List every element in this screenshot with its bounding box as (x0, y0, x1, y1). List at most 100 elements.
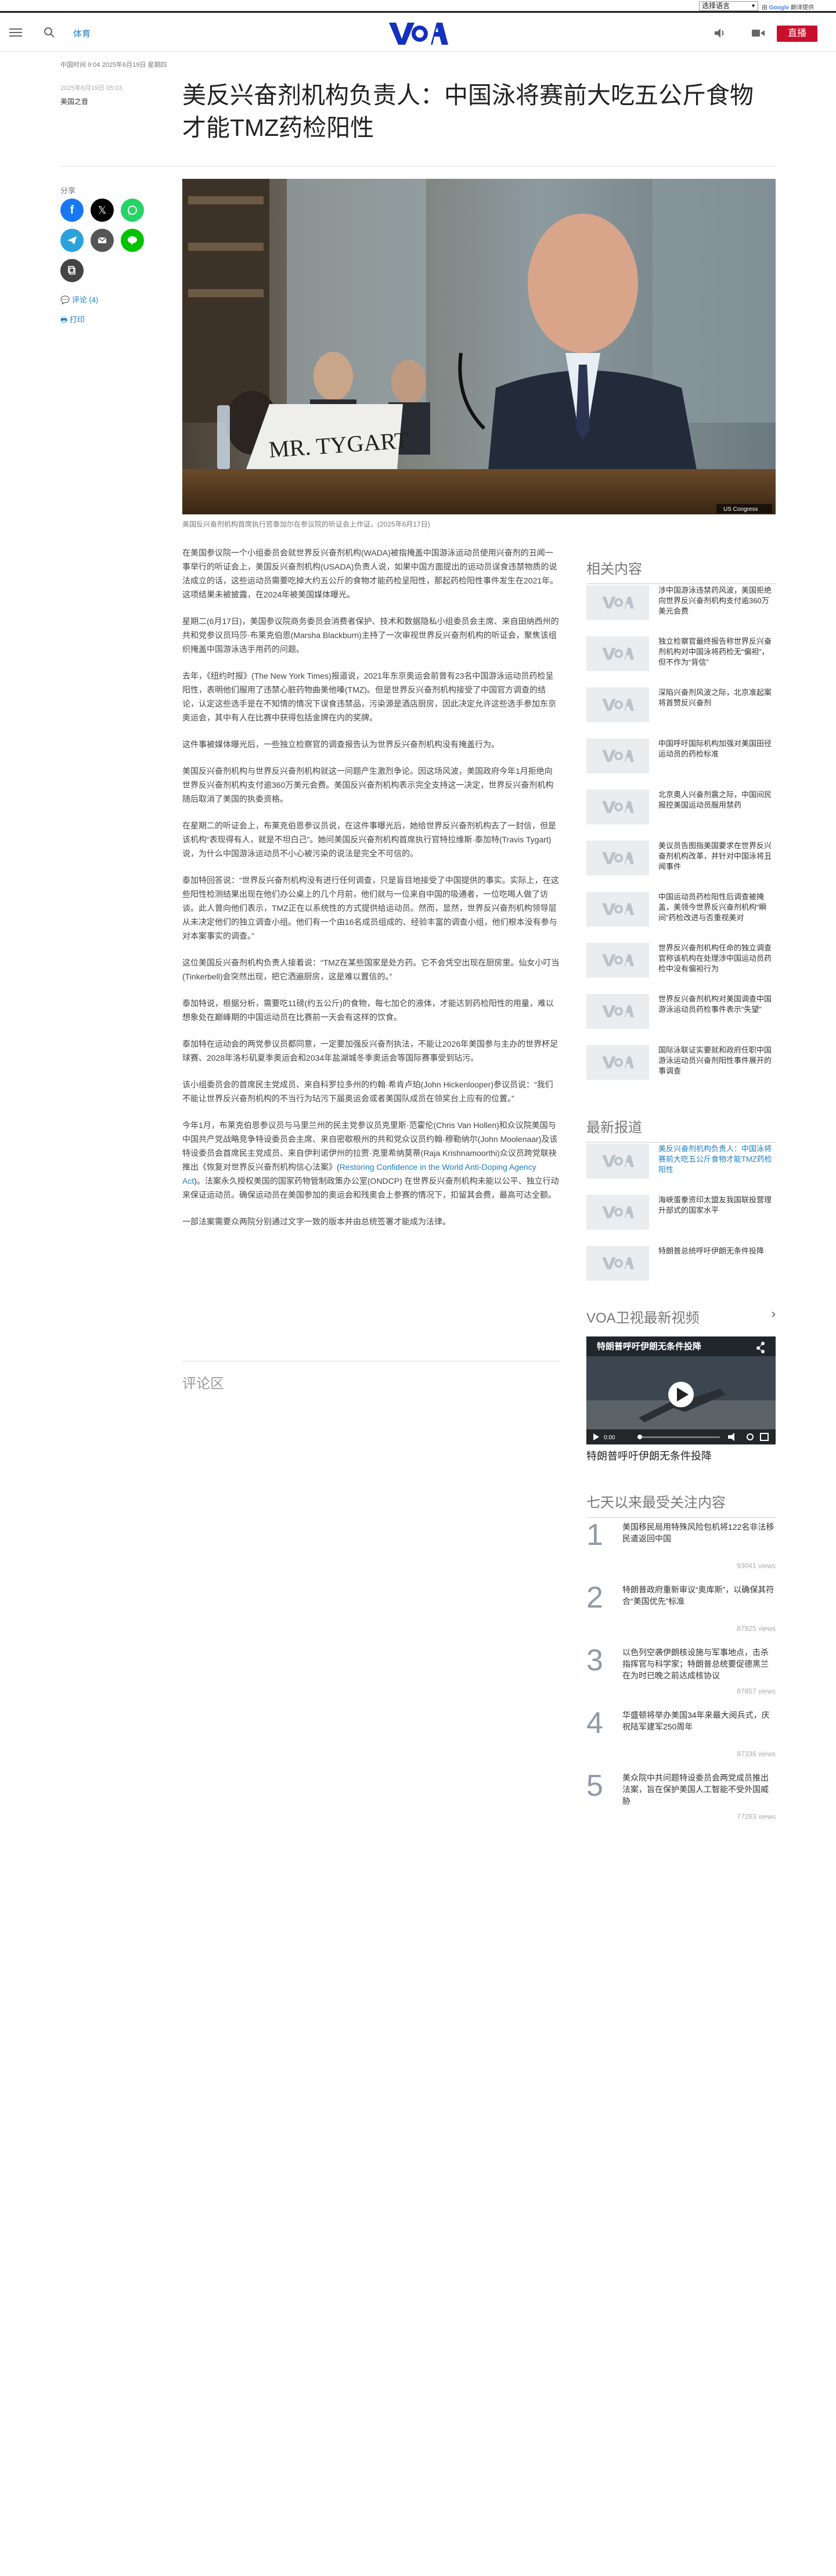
chevron-right-icon: › (771, 1306, 776, 1321)
list-item[interactable]: 中国运动员药检阳性后调查被掩盖，美领今世界反兴奋剂机构“瞬间”药检改进与否重视美… (586, 892, 776, 927)
video-heading-label: VOA卫视最新视频 (586, 1310, 700, 1326)
thumbnail-placeholder[interactable] (586, 892, 649, 927)
list-item-title[interactable]: 独立检察官最终报告称世界反兴奋剂机构对中国泳将药检无“偏袒”，但不作为“背信” (658, 636, 776, 668)
list-item-title[interactable]: 国际泳联证实要就和政府任职中国游泳运动员兴奋剂阳性事件展开的事调查 (658, 1045, 776, 1076)
voa-placeholder-icon (602, 750, 634, 762)
list-item[interactable]: 世界反兴奋剂机构任命的独立调查官称该机构在处理涉中国运动员药检中没有偏袒行为 (586, 943, 776, 978)
facebook-share-button[interactable]: f (60, 199, 84, 222)
list-item[interactable]: 独立检察官最终报告称世界反兴奋剂机构对中国泳将药检无“偏袒”，但不作为“背信” (586, 636, 776, 671)
popular-item-title[interactable]: 华盛顿将举办美国34年来最大阅兵式，庆祝陆军建军250周年 (622, 1709, 776, 1732)
voa-placeholder-icon (602, 1206, 634, 1219)
popular-item-title[interactable]: 特朗普政府重新审议“奥库斯”，以确保其符合“美国优先”标准 (622, 1584, 776, 1607)
print-link[interactable]: 🖶 打印 (60, 314, 85, 327)
popular-heading: 七天以来最受关注内容 (586, 1491, 776, 1518)
list-item[interactable]: 国际泳联证实要就和政府任职中国游泳运动员兴奋剂阳性事件展开的事调查 (586, 1045, 776, 1080)
print-icon: 🖶 (60, 315, 68, 324)
view-count: 87336 views (737, 1750, 776, 1758)
list-item-title[interactable]: 世界反兴奋剂机构任命的独立调查官称该机构在处理涉中国运动员药检中没有偏袒行为 (658, 943, 776, 974)
popular-item[interactable]: 3 以色列空袭伊朗核设施与军事地点，击杀指挥官与科学家；特朗普总统要促德黑兰在为时… (586, 1644, 776, 1696)
thumbnail-placeholder[interactable] (586, 943, 649, 978)
list-item-title[interactable]: 中国运动员药检阳性后调查被掩盖，美领今世界反兴奋剂机构“瞬间”药检改进与否重视美… (658, 892, 776, 923)
email-share-button[interactable] (91, 229, 114, 252)
list-item[interactable]: 美反兴奋剂机构负责人：中国泳将赛前大吃五公斤食物才能TMZ药检阳性 (586, 1144, 776, 1179)
popular-item[interactable]: 5 美众院中共问题特设委员会两党成员推出法案，旨在保护美国人工智能不受外国威胁 77… (586, 1769, 776, 1822)
voa-placeholder-icon (602, 903, 634, 916)
popular-item-title[interactable]: 美众院中共问题特设委员会两党成员推出法案，旨在保护美国人工智能不受外国威胁 (622, 1772, 776, 1807)
paragraph-text: )。法案永久授权美国的国家药物管制政策办公室(ONDCP) 在世界反兴奋剂机构未… (182, 1176, 559, 1199)
list-item[interactable]: 北京奥人兴奋剂震之际，中国间民报控美国运动员服用禁药 (586, 790, 776, 824)
hero-image: MR. TYGART US Congress (182, 179, 776, 514)
print-link-label: 打印 (69, 315, 85, 324)
paragraph: 星期二(6月17日)，美国参议院商务委员会消费者保护、技术和数据隐私小组委员会主… (182, 617, 559, 654)
popular-item[interactable]: 4 华盛顿将举办美国34年来最大阅兵式，庆祝陆军建军250周年 87336 view… (586, 1706, 776, 1759)
video-progress[interactable] (639, 1436, 720, 1438)
facebook-icon: f (70, 203, 74, 217)
powered-suffix: 翻译提供 (791, 5, 815, 11)
copy-link-button[interactable] (60, 259, 84, 282)
list-item-title[interactable]: 海峡蛋豢资印太盟友我国联投营理升部式的国家水平 (658, 1195, 776, 1216)
voa-placeholder-icon (602, 852, 634, 864)
search-icon[interactable] (43, 26, 56, 39)
list-item-title[interactable]: 北京奥人兴奋剂震之际，中国间民报控美国运动员服用禁药 (658, 790, 776, 810)
thumbnail-placeholder[interactable] (586, 1045, 649, 1080)
list-item[interactable]: 特朗普总统呼吁伊朗无条件投降 (586, 1246, 776, 1281)
line-share-button[interactable] (121, 229, 144, 252)
section-link-sports[interactable]: 体育 (73, 27, 91, 39)
comments-link[interactable]: 💬 评论 (4) (60, 294, 98, 305)
thumbnail-placeholder[interactable] (586, 738, 649, 773)
popular-item-title[interactable]: 美国移民局用特殊风险包机将122名非法移民遣返回中国 (622, 1521, 776, 1544)
menu-icon[interactable] (9, 26, 22, 39)
popular-item[interactable]: 2 特朗普政府重新审议“奥库斯”，以确保其符合“美国优先”标准 87925 view… (586, 1581, 776, 1634)
view-count: 87925 views (737, 1624, 776, 1633)
thumbnail-placeholder[interactable] (586, 636, 649, 671)
thumbnail-placeholder[interactable] (586, 687, 649, 722)
list-item-title[interactable]: 涉中国游泳违禁药风波，美国拒绝向世界反兴奋剂机构支付逾360万美元会费 (658, 585, 776, 617)
hearing-photo: MR. TYGART US Congress (182, 179, 776, 514)
thumbnail-placeholder[interactable] (586, 1144, 649, 1179)
x-share-button[interactable]: 𝕏 (91, 199, 114, 222)
play-icon[interactable] (668, 1382, 694, 1407)
live-button[interactable]: 直播 (777, 26, 817, 42)
video-icon[interactable] (751, 27, 766, 39)
list-item-title[interactable]: 美反兴奋剂机构负责人：中国泳将赛前大吃五公斤食物才能TMZ药检阳性 (658, 1144, 776, 1175)
view-count: 87857 views (737, 1687, 776, 1695)
thumbnail-placeholder[interactable] (586, 994, 649, 1029)
rank-number: 2 (586, 1581, 603, 1615)
list-item[interactable]: 中国呼吁国际机构加强对美国田径运动员的药检标准 (586, 738, 776, 773)
popular-item[interactable]: 1 美国移民局用特殊风险包机将122名非法移民遣返回中国 93041 views (586, 1518, 776, 1571)
video-caption[interactable]: 特朗普呼吁伊朗无条件投降 (586, 1448, 776, 1463)
thumbnail-placeholder[interactable] (586, 790, 649, 824)
list-item-title[interactable]: 中国呼吁国际机构加强对美国田径运动员的药检标准 (658, 738, 776, 759)
language-select[interactable]: 选择语言 ▼ (699, 1, 758, 11)
voa-logo[interactable] (388, 21, 448, 46)
list-item-title[interactable]: 深陷兴奋剂风波之际，北京准起案将首赞反兴奋剂 (658, 687, 776, 708)
thumbnail-placeholder[interactable] (586, 1195, 649, 1230)
list-item-title[interactable]: 美议员告图指美国要求在世界反兴奋剂机构改革，并针对中国泳将丑闻事件 (658, 841, 776, 872)
list-item-title[interactable]: 特朗普总统呼吁伊朗无条件投降 (658, 1246, 776, 1256)
copy-icon (68, 266, 75, 275)
list-item-title[interactable]: 世界反兴奋剂机构对美国调查中国游泳运动员药检事件表示“失望” (658, 994, 776, 1015)
list-item[interactable]: 涉中国游泳违禁药风波，美国拒绝向世界反兴奋剂机构支付逾360万美元会费 (586, 585, 776, 620)
list-item[interactable]: 美议员告图指美国要求在世界反兴奋剂机构改革，并针对中国泳将丑闻事件 (586, 841, 776, 876)
paragraph: 一部法案需要众两院分别通过文字一致的版本并由总统签署才能成为法律。 (182, 1217, 451, 1226)
image-caption: 美国反兴奋剂机构首席执行官泰加尔在参议院的听证会上作证。(2025年6月17日) (182, 520, 430, 528)
voa-placeholder-icon (602, 954, 634, 967)
video-player[interactable]: 特朗普呼吁伊朗无条件投降 0:00 (586, 1336, 776, 1444)
thumbnail-placeholder[interactable] (586, 1246, 649, 1281)
voa-placeholder-icon (602, 1257, 634, 1270)
powered-brand[interactable]: Google (769, 5, 789, 11)
voa-placeholder-icon (602, 1005, 634, 1018)
author[interactable]: 美国之音 (60, 96, 88, 106)
whatsapp-share-button[interactable] (121, 199, 144, 222)
list-item[interactable]: 海峡蛋豢资印太盟友我国联投营理升部式的国家水平 (586, 1195, 776, 1230)
telegram-share-button[interactable] (60, 229, 84, 252)
paragraph: 这件事被媒体曝光后，一些独立检察官的调查报告认为世界反兴奋剂机构没有掩盖行为。 (182, 740, 499, 749)
thumbnail-placeholder[interactable] (586, 841, 649, 876)
popular-item-title[interactable]: 以色列空袭伊朗核设施与军事地点，击杀指挥官与科学家；特朗普总统要促德黑兰在为时已… (622, 1647, 776, 1681)
list-item[interactable]: 世界反兴奋剂机构对美国调查中国游泳运动员药检事件表示“失望” (586, 994, 776, 1029)
thumbnail-placeholder[interactable] (586, 585, 649, 620)
video-section-heading[interactable]: VOA卫视最新视频 › (586, 1306, 776, 1327)
article-body: 在美国参议院一个小组委员会就世界反兴奋剂机构(WADA)被指掩盖中国游泳运动员使… (182, 546, 560, 1241)
list-item[interactable]: 深陷兴奋剂风波之际，北京准起案将首赞反兴奋剂 (586, 687, 776, 722)
audio-icon[interactable] (714, 27, 726, 39)
